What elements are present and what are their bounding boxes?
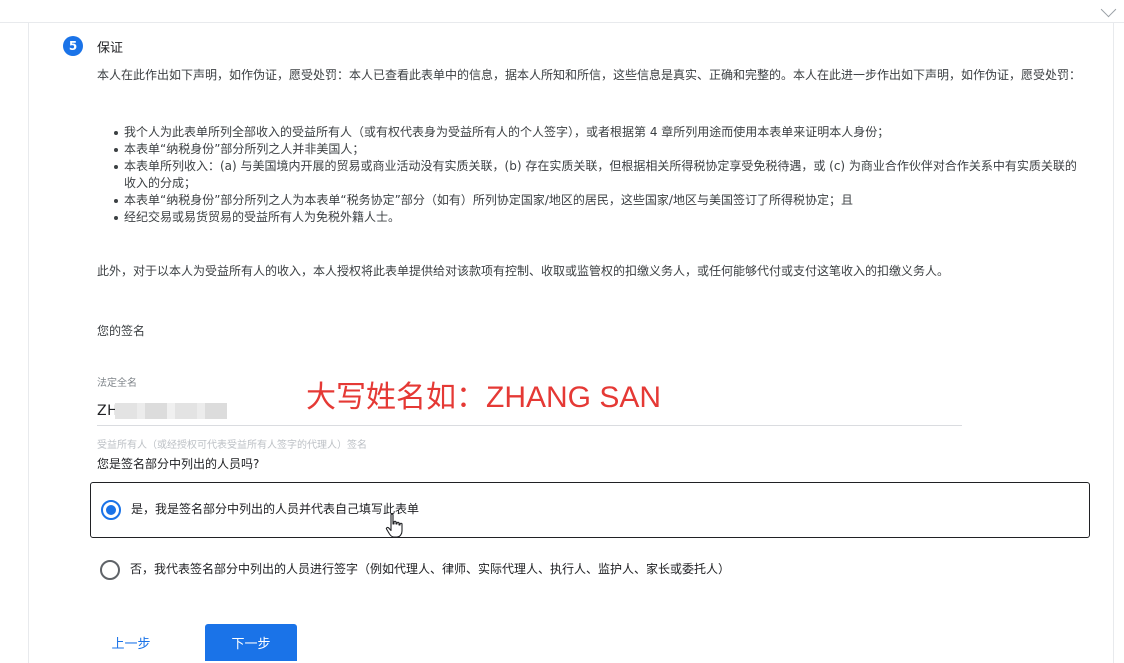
authorization-text: 此外，对于以本人为受益所有人的收入，本人授权将此表单提供给对该款项有控制、收取或…	[97, 264, 950, 278]
option-self-signer[interactable]: 是，我是签名部分中列出的人员并代表自己填写此表单	[90, 482, 1090, 538]
field-underline	[97, 425, 962, 426]
declaration-list: 我个人为此表单所列全部收入的受益所有人（或有权代表身为受益所有人的个人签字），或…	[97, 124, 1087, 226]
signature-helper-text: 受益所有人（或经授权可代表受益所有人签字的代理人）签名	[97, 440, 367, 451]
option-label: 是，我是签名部分中列出的人员并代表自己填写此表单	[131, 502, 420, 516]
hand-pointer-icon	[385, 513, 403, 538]
list-item: 本表单“纳税身份”部分所列之人并非美国人；	[97, 141, 1087, 158]
chevron-down-icon[interactable]	[1100, 1, 1117, 18]
signer-question: 您是签名部分中列出的人员吗?	[97, 457, 260, 471]
prev-button[interactable]: 上一步	[105, 626, 157, 658]
option-agent-signer[interactable]: 否，我代表签名部分中列出的人员进行签字（例如代理人、律师、实际代理人、执行人、监…	[90, 543, 1090, 599]
declaration-intro: 本人在此作出如下声明，如作伪证，愿受处罚：本人已查看此表单中的信息，据本人所知和…	[97, 68, 1082, 82]
next-button[interactable]: 下一步	[205, 624, 297, 661]
list-item: 经纪交易或易货贸易的受益所有人为免税外籍人士。	[97, 209, 1087, 226]
signature-heading: 您的签名	[97, 324, 146, 338]
redaction-blur	[115, 403, 227, 419]
option-label: 否，我代表签名部分中列出的人员进行签字（例如代理人、律师、实际代理人、执行人、监…	[130, 562, 731, 576]
section-title: 保证	[97, 41, 124, 56]
step-number-badge: 5	[63, 36, 83, 56]
list-item: 我个人为此表单所列全部收入的受益所有人（或有权代表身为受益所有人的个人签字），或…	[97, 124, 1087, 141]
legal-name-label: 法定全名	[97, 378, 137, 389]
list-item: 本表单所列收入：(a) 与美国境内开展的贸易或商业活动没有实质关联，(b) 存在…	[97, 158, 1087, 192]
list-item: 本表单“纳税身份”部分所列之人为本表单“税务协定”部分（如有）所列协定国家/地区…	[97, 192, 1087, 209]
radio-selected[interactable]	[101, 500, 121, 520]
top-bar	[0, 0, 1124, 23]
uppercase-name-annotation: 大写姓名如：ZHANG SAN	[306, 381, 662, 414]
radio-unselected[interactable]	[100, 560, 120, 580]
